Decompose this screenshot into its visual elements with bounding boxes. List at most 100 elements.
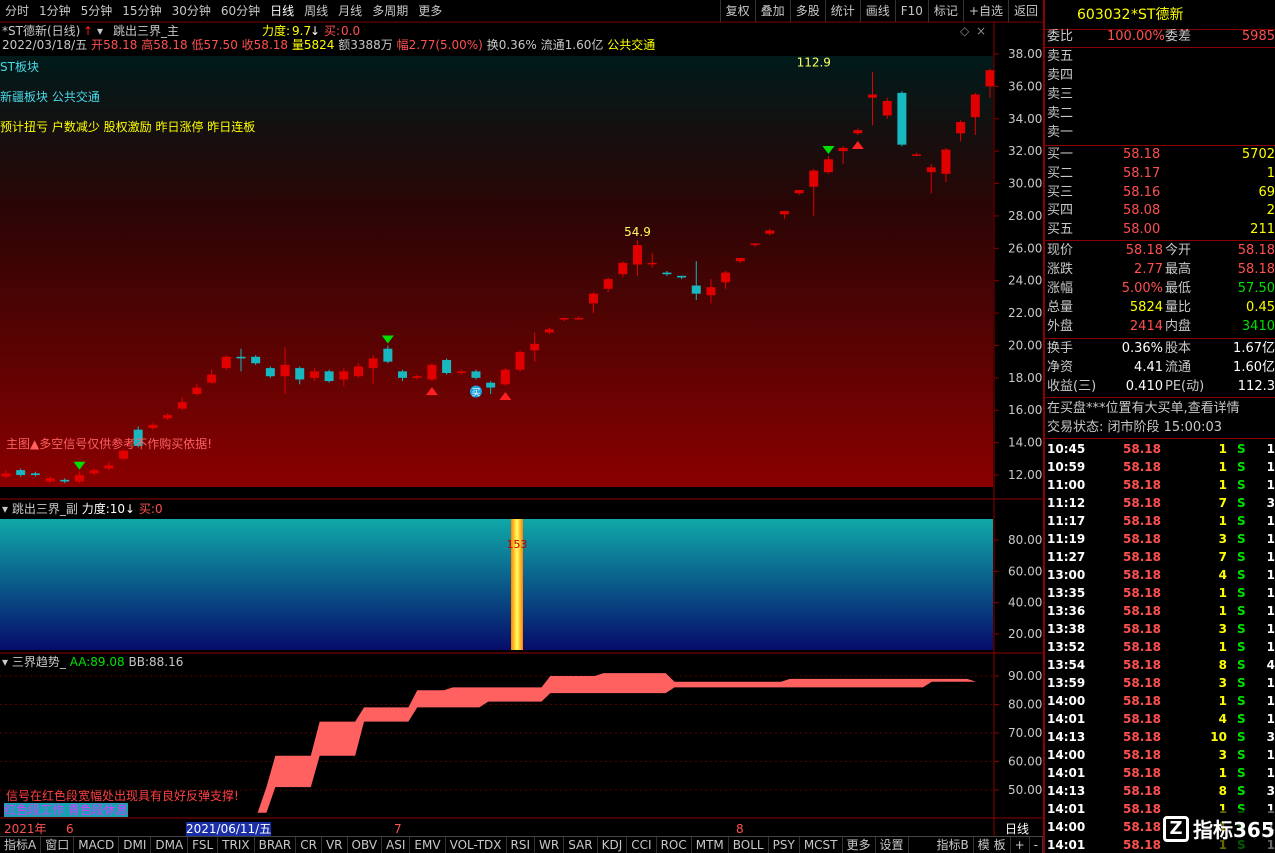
tick-row[interactable]: 13:00 58.18 4 S 1 bbox=[1047, 566, 1275, 584]
indicator-tab[interactable]: OBV bbox=[348, 837, 383, 853]
period-tab[interactable]: 周线 bbox=[299, 0, 333, 22]
period-tab[interactable]: 多周期 bbox=[367, 0, 413, 22]
toolbar-button[interactable]: 多股 bbox=[789, 0, 825, 22]
tick-row[interactable]: 13:35 58.18 1 S 1 bbox=[1047, 584, 1275, 602]
sub-buy-value: 0 bbox=[154, 502, 163, 516]
period-tab[interactable]: 30分钟 bbox=[167, 0, 216, 22]
fin-value: 4.41 bbox=[1134, 360, 1163, 375]
indicator-tab[interactable]: PSY bbox=[769, 837, 800, 853]
indicator-tab[interactable]: MACD bbox=[74, 837, 120, 853]
tick-row[interactable]: 14:0058.181S1 bbox=[1047, 692, 1275, 710]
period-tab[interactable]: 分时 bbox=[0, 0, 34, 22]
indicator-tab-right[interactable]: 指标B bbox=[933, 837, 974, 853]
vol-label: 量 bbox=[291, 38, 304, 52]
collapse-icon[interactable]: ▾ bbox=[2, 655, 8, 669]
period-tab[interactable]: 更多 bbox=[413, 0, 447, 22]
indicator-tab[interactable]: BOLL bbox=[729, 837, 769, 853]
x-period-label[interactable]: 日线 bbox=[1005, 822, 1029, 836]
collapse-icon[interactable]: ▾ bbox=[2, 502, 8, 516]
indicator-tab[interactable]: MTM bbox=[692, 837, 729, 853]
tick-row[interactable]: 10:45 58.18 1 S 1 bbox=[1047, 440, 1275, 458]
y-tick-label: 70.00 bbox=[1008, 726, 1042, 740]
buy-row: 买四 58.08 2 bbox=[1047, 202, 1275, 220]
indicator-tab[interactable]: ROC bbox=[657, 837, 692, 853]
amt-value: 3388万 bbox=[350, 38, 393, 52]
indicator-tab[interactable]: CCI bbox=[627, 837, 657, 853]
indicator-tab[interactable]: BRAR bbox=[255, 837, 297, 853]
tick-time: 11:27 bbox=[1047, 550, 1086, 564]
indicator-tab[interactable]: EMV bbox=[410, 837, 446, 853]
indicator-tab[interactable]: VOL-TDX bbox=[446, 837, 507, 853]
indicator-tab[interactable]: VR bbox=[322, 837, 348, 853]
indicator-tab[interactable]: 窗口 bbox=[41, 837, 75, 853]
toolbar-button[interactable]: 标记 bbox=[927, 0, 963, 22]
indicator-tab[interactable]: DMI bbox=[119, 837, 152, 853]
indicator-tab[interactable]: TRIX bbox=[218, 837, 255, 853]
period-tab[interactable]: 5分钟 bbox=[76, 0, 118, 22]
indicator-tab[interactable]: DMA bbox=[151, 837, 189, 853]
indicator-tab[interactable]: ASI bbox=[382, 837, 411, 853]
bb-label: BB: bbox=[128, 655, 149, 669]
stats-value: 2414 bbox=[1129, 319, 1163, 334]
vol-value: 5824 bbox=[303, 38, 335, 52]
quote-date: 2022/03/18/五 bbox=[2, 38, 88, 52]
indicator-tab[interactable]: 更多 bbox=[843, 837, 876, 853]
tick-row[interactable]: 11:27 58.18 7 S 1 bbox=[1047, 548, 1275, 566]
toolbar-button[interactable]: 画线 bbox=[859, 0, 895, 22]
indicator-tab[interactable]: FSL bbox=[188, 837, 219, 853]
tick-row[interactable]: 11:17 58.18 1 S 1 bbox=[1047, 512, 1275, 530]
trend-indicator-name[interactable]: 三界趋势_ bbox=[12, 655, 66, 669]
tick-row[interactable]: 14:01 58.18 4 S 1 bbox=[1047, 710, 1275, 728]
indicator-tab-right[interactable]: 模 板 bbox=[974, 837, 1011, 853]
buy-price: 58.16 bbox=[1123, 184, 1161, 200]
event-tags[interactable]: 预计扭亏 户数减少 股权激励 昨日涨停 昨日连板 bbox=[0, 120, 255, 134]
tick-row[interactable]: 13:59 58.18 3 S 1 bbox=[1047, 674, 1275, 692]
candle-body bbox=[897, 92, 907, 145]
indicator-tab-right[interactable]: + bbox=[1011, 837, 1030, 853]
indicator-tab[interactable]: RSI bbox=[507, 837, 536, 853]
close-icon[interactable]: × bbox=[976, 24, 986, 38]
sell-label: 卖二 bbox=[1047, 106, 1074, 121]
indicator-tab[interactable]: KDJ bbox=[598, 837, 628, 853]
indicator-tab[interactable]: 指标A bbox=[0, 837, 42, 853]
indicator-tab[interactable]: CR bbox=[296, 837, 322, 853]
tick-row[interactable]: 14:13 58.18 8 S 3 bbox=[1047, 782, 1275, 800]
indicator-tab[interactable]: WR bbox=[535, 837, 565, 853]
tick-row[interactable]: 13:36 58.18 1 S 1 bbox=[1047, 602, 1275, 620]
indicator-tab[interactable]: MCST bbox=[800, 837, 843, 853]
tick-row[interactable]: 14:13 58.18 10 S 3 bbox=[1047, 728, 1275, 746]
tick-row[interactable]: 13:54 58.18 8 S 4 bbox=[1047, 656, 1275, 674]
tick-row[interactable]: 11:00 58.18 1 S 1 bbox=[1047, 476, 1275, 494]
y-tick-label: 22.00 bbox=[1008, 306, 1042, 320]
tick-row[interactable]: 14:0158.181S1 bbox=[1047, 764, 1275, 782]
tick-side: S bbox=[1237, 694, 1246, 708]
sector-tags[interactable]: 新疆板块 公共交通 bbox=[0, 90, 100, 104]
period-tab[interactable]: 1分钟 bbox=[34, 0, 76, 22]
period-tab[interactable]: 月线 bbox=[333, 0, 367, 22]
tick-row[interactable]: 13:52 58.18 1 S 1 bbox=[1047, 638, 1275, 656]
diamond-icon[interactable]: ◇ bbox=[960, 24, 969, 38]
tick-row[interactable]: 13:38 58.18 3 S 1 bbox=[1047, 620, 1275, 638]
tick-row[interactable]: 11:19 58.18 3 S 1 bbox=[1047, 530, 1275, 548]
tick-row[interactable]: 10:59 58.18 1 S 1 bbox=[1047, 458, 1275, 476]
period-tab[interactable]: 日线 bbox=[265, 0, 299, 22]
period-tab[interactable]: 15分钟 bbox=[117, 0, 166, 22]
main-indicator-name[interactable]: 跳出三界_主 bbox=[113, 24, 179, 38]
toolbar-button[interactable]: 复权 bbox=[719, 0, 755, 22]
tick-row[interactable]: 14:00 58.18 3 S 1 bbox=[1047, 746, 1275, 764]
sub-indicator-name[interactable]: 跳出三界_副 bbox=[12, 502, 78, 516]
toolbar-button[interactable]: F10 bbox=[894, 0, 928, 22]
indicator-tab[interactable]: SAR bbox=[564, 837, 598, 853]
tick-row[interactable]: 11:12 58.18 7 S 3 bbox=[1047, 494, 1275, 512]
tick-price: 58.18 bbox=[1123, 640, 1161, 654]
collapse-icon[interactable]: ▾ bbox=[97, 24, 103, 38]
toolbar-button[interactable]: 叠加 bbox=[754, 0, 790, 22]
toolbar-button[interactable]: +自选 bbox=[962, 0, 1008, 22]
indicator-tab[interactable]: 设置 bbox=[876, 837, 909, 853]
big-order-notice[interactable]: 在买盘***位置有大买单,查看详情 bbox=[1047, 400, 1275, 418]
period-tab[interactable]: 60分钟 bbox=[216, 0, 265, 22]
indicator-tab-right[interactable]: - bbox=[1030, 837, 1043, 853]
toolbar-button[interactable]: 统计 bbox=[824, 0, 860, 22]
toolbar-button[interactable]: 返回 bbox=[1007, 0, 1043, 22]
st-tag[interactable]: ST板块 bbox=[0, 60, 39, 74]
